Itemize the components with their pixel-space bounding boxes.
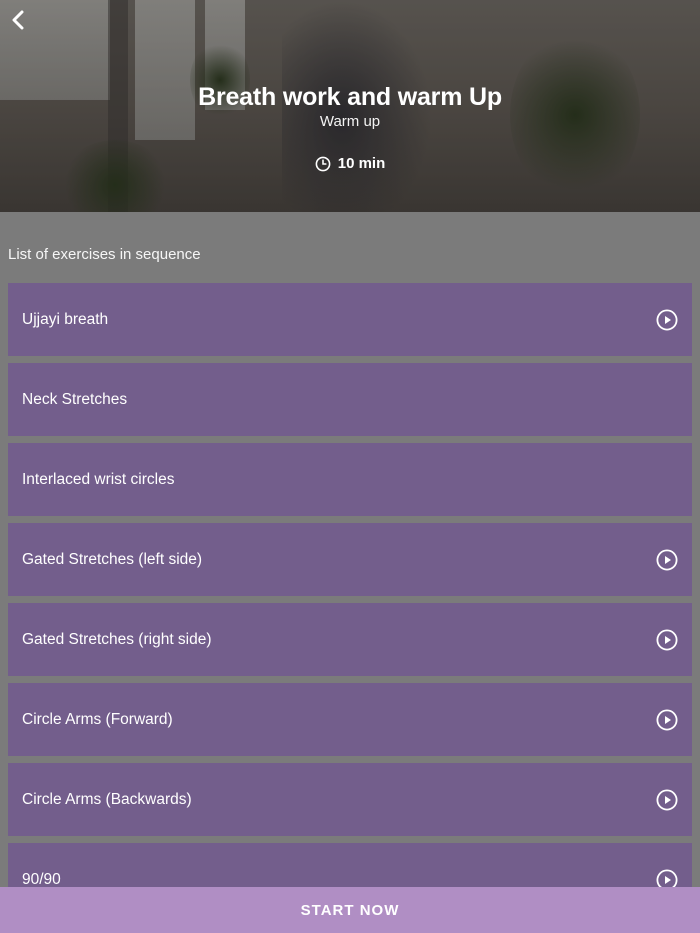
hero-image: Breath work and warm Up Warm up 10 min [0, 0, 700, 212]
play-icon[interactable] [656, 309, 678, 331]
exercise-item[interactable]: Circle Arms (Backwards) [8, 763, 692, 836]
exercise-item[interactable]: Neck Stretches [8, 363, 692, 436]
exercise-label: Gated Stretches (right side) [22, 631, 212, 648]
start-now-button[interactable]: START NOW [0, 887, 700, 933]
play-icon[interactable] [656, 629, 678, 651]
exercise-label: Ujjayi breath [22, 311, 109, 328]
exercise-item[interactable]: Circle Arms (Forward) [8, 683, 692, 756]
exercise-label: Interlaced wrist circles [22, 471, 175, 488]
list-caption: List of exercises in sequence [8, 246, 201, 263]
exercise-label: Circle Arms (Forward) [22, 711, 173, 728]
exercise-item[interactable]: Interlaced wrist circles [8, 443, 692, 516]
workout-detail-screen: Breath work and warm Up Warm up 10 min L… [0, 0, 700, 933]
exercise-label: Gated Stretches (left side) [22, 551, 203, 568]
play-icon[interactable] [656, 709, 678, 731]
exercise-label: Neck Stretches [22, 391, 128, 408]
exercise-item[interactable]: Gated Stretches (right side) [8, 603, 692, 676]
workout-title: Breath work and warm Up [198, 83, 502, 111]
play-icon[interactable] [656, 789, 678, 811]
back-button[interactable] [6, 8, 30, 32]
clock-icon [315, 156, 331, 171]
workout-subtitle: Warm up [319, 113, 381, 130]
duration-text: 10 min [337, 155, 386, 172]
duration-row: 10 min [0, 155, 700, 172]
chevron-left-icon [12, 10, 24, 30]
exercise-item[interactable]: Gated Stretches (left side) [8, 523, 692, 596]
exercise-item[interactable]: Ujjayi breath [8, 283, 692, 356]
play-icon[interactable] [656, 549, 678, 571]
exercise-label: Circle Arms (Backwards) [22, 791, 192, 808]
